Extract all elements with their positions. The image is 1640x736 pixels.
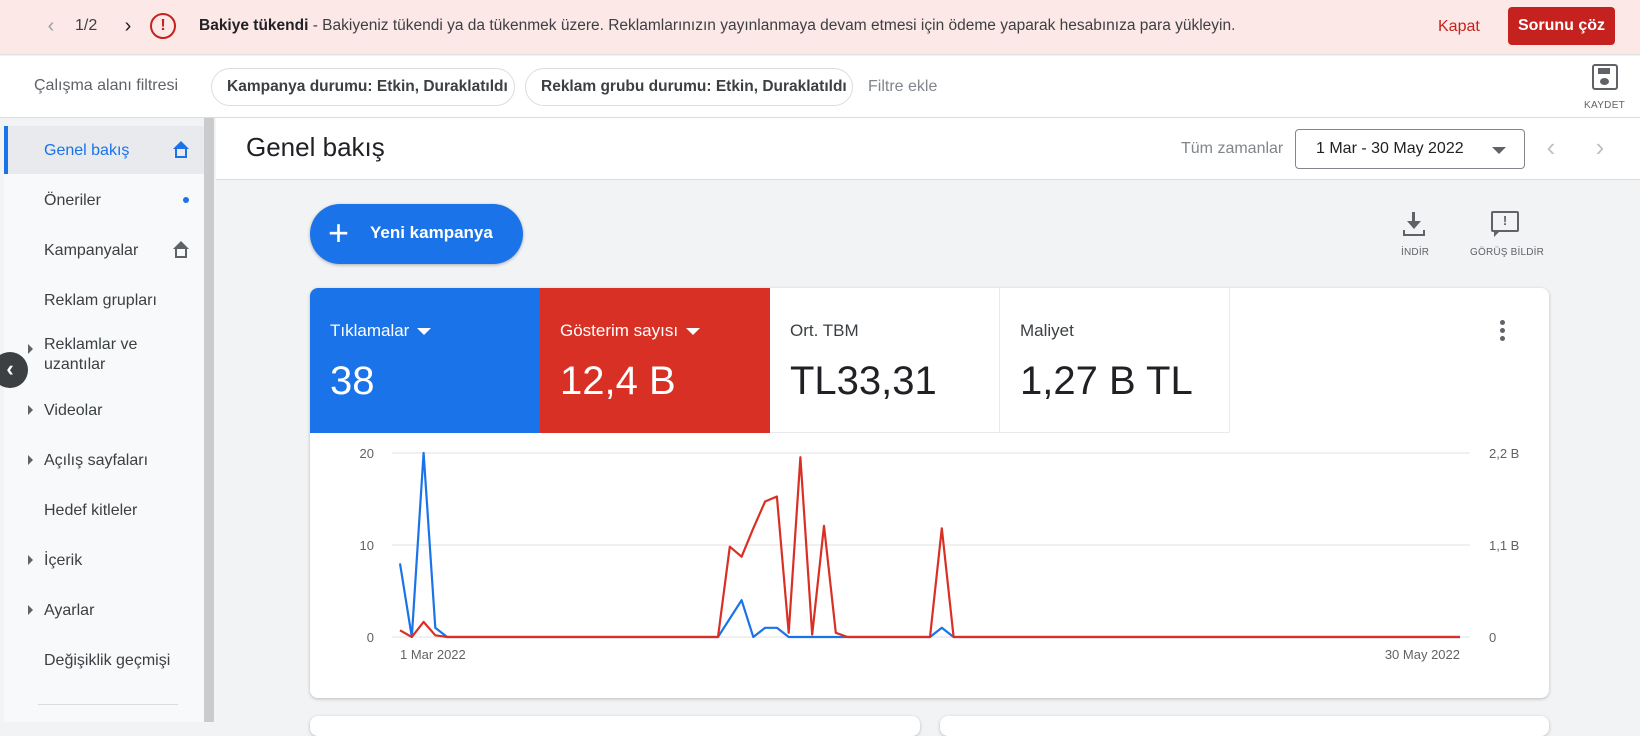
left-axis-tick: 20 [360,446,374,461]
metric-value: 1,27 B TL [1020,359,1193,403]
metric-value: 12,4 B [560,359,676,403]
dropdown-arrow-icon [1492,147,1506,154]
alert-banner: ‹ 1/2 › ! Bakiye tükendi - Bakiyeniz tük… [0,0,1640,55]
fix-issue-button[interactable]: Sorunu çöz [1508,7,1615,45]
sidebar: Genel bakış Öneriler Kampanyalar Reklam … [0,126,204,722]
banner-message: Bakiye tükendi - Bakiyeniz tükendi ya da… [199,17,1235,35]
banner-title: Bakiye tükendi [199,17,309,34]
sidebar-item-ads[interactable]: Reklamlar ve uzantılar [4,326,204,386]
date-range-value: 1 Mar - 30 May 2022 [1316,140,1464,157]
expand-arrow-icon [28,405,33,415]
chevron-right-icon[interactable]: › [1585,132,1615,162]
chart-svg: 0 10 20 0 1,1 B 2,2 B 1 Mar 2022 30 May 2022 [360,446,1520,662]
sidebar-item-label: Videolar [44,402,103,419]
sidebar-item-ad-groups[interactable]: Reklam grupları [4,276,204,324]
sidebar-item-settings[interactable]: Ayarlar [4,586,204,634]
new-campaign-button[interactable]: + Yeni kampanya [310,204,523,264]
sidebar-item-label: Kampanyalar [44,242,139,259]
home-icon [173,241,189,259]
metric-clicks[interactable]: Tıklamalar 38 [310,288,540,433]
sidebar-item-videos[interactable]: Videolar [4,386,204,434]
feedback-icon[interactable]: ! [1491,211,1519,237]
download-label[interactable]: İNDİR [1401,247,1429,258]
x-axis-start-label: 1 Mar 2022 [400,647,466,662]
metric-name: Gösterim sayısı [560,321,701,341]
metric-name: Maliyet [1020,321,1074,340]
expand-arrow-icon [28,605,33,615]
workspace-filter-bar: Çalışma alanı filtresi Kampanya durumu: … [0,56,1640,118]
download-icon[interactable] [1403,212,1425,236]
sidebar-item-overview[interactable]: Genel bakış [4,126,204,174]
adgroup-status-chip[interactable]: Reklam grubu durumu: Etkin, Duraklatıldı [525,68,853,106]
plus-icon: + [328,212,350,253]
expand-arrow-icon [28,455,33,465]
more-vert-icon[interactable] [1500,320,1506,344]
right-axis-tick: 0 [1489,630,1496,645]
save-label[interactable]: KAYDET [1584,100,1625,111]
metric-impressions[interactable]: Gösterim sayısı 12,4 B [540,288,770,433]
sidebar-item-audiences[interactable]: Hedef kitleler [4,486,204,534]
range-label: Tüm zamanlar [1181,140,1284,157]
dropdown-arrow-icon [417,328,432,336]
add-filter-button[interactable]: Filtre ekle [868,78,937,96]
page-title: Genel bakış [246,132,385,162]
sidebar-item-content[interactable]: İçerik [4,536,204,584]
left-axis-tick: 0 [367,630,374,645]
filter-label: Çalışma alanı filtresi [34,77,179,94]
chevron-left-icon[interactable]: ‹ [40,15,62,37]
sidebar-item-label: Reklamlar ve uzantılar [44,336,138,373]
expand-arrow-icon [28,555,33,565]
dropdown-arrow-icon [686,328,701,336]
metric-name-text: Tıklamalar [330,321,410,340]
sidebar-item-label: Açılış sayfaları [44,452,149,469]
expand-arrow-icon [28,344,33,354]
bottom-card-right [940,716,1549,736]
metric-value: 38 [330,359,375,403]
page-header: Genel bakış Tüm zamanlar 1 Mar - 30 May … [216,118,1640,180]
sidebar-item-label: Reklam grupları [44,292,157,309]
metric-avg-cpc[interactable]: Ort. TBM TL33,31 [770,288,1000,433]
feedback-label[interactable]: GÖRÜŞ BİLDİR [1470,247,1544,258]
sidebar-item-label: Hedef kitleler [44,502,138,519]
banner-text: - Bakiyeniz tükendi ya da tükenmek üzere… [308,17,1236,34]
metric-name: Ort. TBM [790,321,859,340]
banner-pager: 1/2 [75,17,98,34]
new-campaign-label: Yeni kampanya [370,223,493,242]
notification-dot-icon [183,197,189,203]
performance-card: Tıklamalar 38 Gösterim sayısı 12,4 B Ort… [310,288,1549,698]
sidebar-item-landing-pages[interactable]: Açılış sayfaları [4,436,204,484]
date-range-select[interactable]: 1 Mar - 30 May 2022 [1295,129,1525,169]
metric-name: Tıklamalar [330,321,432,341]
right-axis-tick: 2,2 B [1489,446,1519,461]
series-line-impressions [399,456,1460,639]
sidebar-item-label: Öneriler [44,192,101,209]
chevron-right-icon[interactable]: › [117,15,139,37]
active-indicator [4,126,8,174]
error-icon: ! [150,13,176,39]
x-axis-end-label: 30 May 2022 [1385,647,1460,662]
sidebar-divider [38,704,178,705]
save-icon[interactable] [1592,64,1618,90]
left-axis-tick: 10 [360,538,374,553]
sidebar-item-label: Değişiklik geçmişi [44,652,171,669]
home-icon [173,141,189,159]
metric-cost[interactable]: Maliyet 1,27 B TL [1000,288,1230,433]
campaign-status-chip[interactable]: Kampanya durumu: Etkin, Duraklatıldı [211,68,515,106]
right-axis-tick: 1,1 B [1489,538,1519,553]
bottom-card-left [310,716,920,736]
metric-value: TL33,31 [790,359,937,403]
sidebar-item-label: Genel bakış [44,142,130,159]
sidebar-item-change-history[interactable]: Değişiklik geçmişi [4,636,204,684]
sidebar-scrollbar[interactable] [204,118,214,722]
sidebar-item-label: İçerik [44,552,83,569]
sidebar-item-campaigns[interactable]: Kampanyalar [4,226,204,274]
sidebar-item-recommendations[interactable]: Öneriler [4,176,204,224]
performance-chart: 0 10 20 0 1,1 B 2,2 B 1 Mar 2022 30 May 2022 [310,433,1549,698]
close-button[interactable]: Kapat [1438,18,1480,36]
metric-name-text: Gösterim sayısı [560,321,679,340]
chevron-left-icon[interactable]: ‹ [1536,132,1566,162]
sidebar-item-label: Ayarlar [44,602,95,619]
